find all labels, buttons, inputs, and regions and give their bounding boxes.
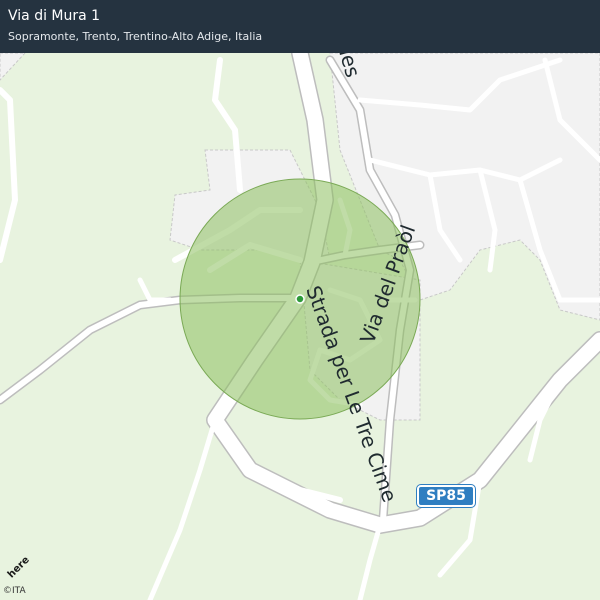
- address-header: Via di Mura 1 Sopramonte, Trento, Trenti…: [0, 0, 600, 53]
- map-canvas[interactable]: Strada per Le Tre Cime Via del Praòl del…: [0, 0, 600, 600]
- address-subtitle: Sopramonte, Trento, Trentino-Alto Adige,…: [8, 30, 263, 43]
- map-view[interactable]: Strada per Le Tre Cime Via del Praòl del…: [0, 0, 600, 600]
- copyright-text: ©ITA: [3, 586, 26, 596]
- location-marker[interactable]: [295, 294, 305, 304]
- route-shield-sp85: SP85: [417, 485, 475, 507]
- address-title: Via di Mura 1: [8, 8, 101, 24]
